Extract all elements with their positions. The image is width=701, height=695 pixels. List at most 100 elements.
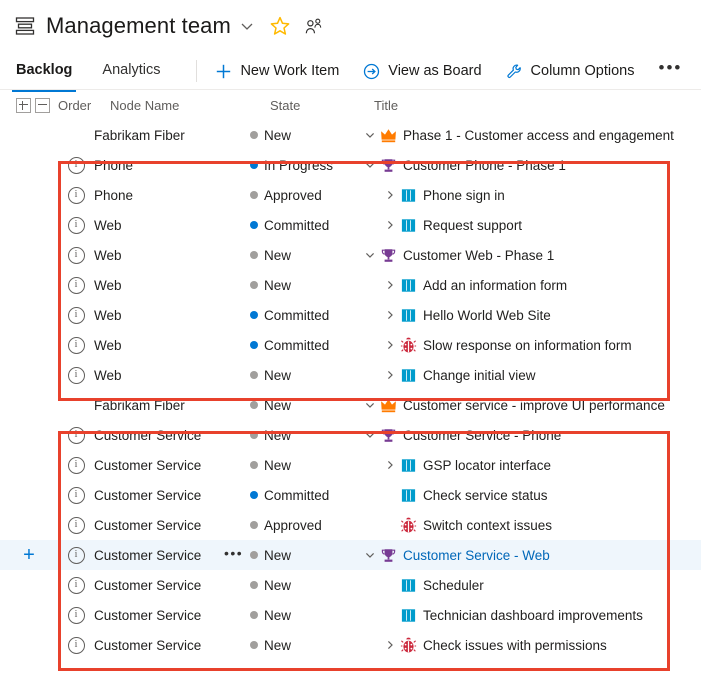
chevron-right-icon[interactable]	[382, 460, 398, 470]
backlog-list-icon	[14, 15, 36, 37]
info-icon[interactable]: i	[68, 607, 85, 624]
chevron-down-icon[interactable]	[362, 160, 378, 170]
column-header-state[interactable]: State	[270, 98, 374, 113]
tab-analytics[interactable]: Analytics	[100, 62, 162, 81]
expand-all-icon[interactable]	[16, 98, 31, 113]
table-row-r6[interactable]: i Web New Add an information form	[0, 270, 701, 300]
state-label: New	[264, 368, 291, 383]
table-row-r18[interactable]: i Customer Service New Check issues with…	[0, 630, 701, 660]
chevron-down-icon[interactable]	[362, 400, 378, 410]
new-work-item-button[interactable]: New Work Item	[215, 63, 339, 80]
chevron-down-icon[interactable]	[240, 19, 254, 33]
info-icon[interactable]: i	[68, 217, 85, 234]
chevron-right-icon[interactable]	[382, 190, 398, 200]
info-icon[interactable]: i	[68, 457, 85, 474]
state-dot	[250, 521, 258, 529]
state-label: New	[264, 548, 291, 563]
table-row-r10[interactable]: Fabrikam Fiber New Customer service - im…	[0, 390, 701, 420]
backlog-item-icon	[400, 367, 417, 384]
add-row-button[interactable]: +	[23, 545, 35, 565]
feature-trophy-icon	[380, 427, 397, 444]
more-commands-button[interactable]: •••	[659, 63, 683, 79]
tab-backlog[interactable]: Backlog	[14, 62, 74, 81]
info-icon[interactable]: i	[68, 517, 85, 534]
work-item-title[interactable]: Check issues with permissions	[423, 638, 607, 653]
info-icon[interactable]: i	[68, 427, 85, 444]
work-item-title[interactable]: Add an information form	[423, 278, 567, 293]
column-header-title[interactable]: Title	[374, 98, 701, 113]
column-options-button[interactable]: Column Options	[506, 63, 635, 80]
cell-title: Change initial view	[362, 367, 701, 384]
info-icon[interactable]: i	[68, 367, 85, 384]
info-icon[interactable]: i	[68, 187, 85, 204]
chevron-right-icon[interactable]	[382, 310, 398, 320]
view-as-board-button[interactable]: View as Board	[363, 63, 481, 80]
people-icon[interactable]	[304, 17, 323, 36]
work-item-title[interactable]: Customer Web - Phase 1	[403, 248, 554, 263]
table-row-r3[interactable]: i Phone Approved Phone sign in	[0, 180, 701, 210]
info-icon[interactable]: i	[68, 577, 85, 594]
table-row-r14[interactable]: i Customer Service Approved Switch conte…	[0, 510, 701, 540]
row-context-menu-button[interactable]: •••	[224, 549, 250, 562]
work-item-title[interactable]: Request support	[423, 218, 522, 233]
info-icon[interactable]: i	[68, 487, 85, 504]
work-item-title[interactable]: GSP locator interface	[423, 458, 551, 473]
work-item-title[interactable]: Scheduler	[423, 578, 484, 593]
table-row-r5[interactable]: i Web New Customer Web - Phase 1	[0, 240, 701, 270]
cell-state: New	[250, 368, 362, 383]
chevron-down-icon[interactable]	[362, 430, 378, 440]
state-label: New	[264, 458, 291, 473]
table-row-r11[interactable]: i Customer Service New Customer Service …	[0, 420, 701, 450]
table-row-r9[interactable]: i Web New Change initial view	[0, 360, 701, 390]
table-row-r17[interactable]: i Customer Service New Technician dashbo…	[0, 600, 701, 630]
chevron-right-icon[interactable]	[382, 280, 398, 290]
star-icon[interactable]	[270, 16, 290, 36]
column-header-order[interactable]: Order	[58, 98, 110, 113]
chevron-right-icon[interactable]	[382, 220, 398, 230]
table-row-r13[interactable]: i Customer Service Committed Check servi…	[0, 480, 701, 510]
column-header-node-name[interactable]: Node Name	[110, 98, 270, 113]
table-row-r7[interactable]: i Web Committed Hello World Web Site	[0, 300, 701, 330]
chevron-down-icon[interactable]	[362, 130, 378, 140]
row-info-cell: i	[58, 217, 94, 234]
work-item-title[interactable]: Switch context issues	[423, 518, 552, 533]
cell-title: Phase 1 - Customer access and engagement	[362, 127, 701, 144]
table-row-r4[interactable]: i Web Committed Request support	[0, 210, 701, 240]
row-context-menu-button	[224, 163, 250, 168]
work-item-title[interactable]: Customer Service - Phone	[403, 428, 561, 443]
chevron-down-icon[interactable]	[362, 250, 378, 260]
info-icon[interactable]: i	[68, 637, 85, 654]
info-icon[interactable]: i	[68, 277, 85, 294]
backlog-item-icon	[400, 307, 417, 324]
work-item-title[interactable]: Phase 1 - Customer access and engagement	[403, 128, 674, 143]
work-item-title[interactable]: Change initial view	[423, 368, 536, 383]
row-context-menu-button	[224, 253, 250, 258]
info-icon[interactable]: i	[68, 247, 85, 264]
work-item-title[interactable]: Phone sign in	[423, 188, 505, 203]
work-item-title[interactable]: Customer service - improve UI performanc…	[403, 398, 665, 413]
table-row-r16[interactable]: i Customer Service New Scheduler	[0, 570, 701, 600]
work-item-title[interactable]: Technician dashboard improvements	[423, 608, 643, 623]
info-icon[interactable]: i	[68, 337, 85, 354]
cell-state: Approved	[250, 188, 362, 203]
work-item-title[interactable]: Slow response on information form	[423, 338, 632, 353]
chevron-right-icon[interactable]	[382, 640, 398, 650]
work-item-title[interactable]: Customer Phone - Phase 1	[403, 158, 566, 173]
table-row-r1[interactable]: Fabrikam Fiber New Phase 1 - Customer ac…	[0, 120, 701, 150]
collapse-all-icon[interactable]	[35, 98, 50, 113]
table-row-r2[interactable]: i Phone In Progress Customer Phone - Pha…	[0, 150, 701, 180]
chevron-right-icon[interactable]	[382, 340, 398, 350]
info-icon[interactable]: i	[68, 157, 85, 174]
work-item-title[interactable]: Customer Service - Web	[403, 548, 550, 563]
info-icon[interactable]: i	[68, 547, 85, 564]
chevron-down-icon[interactable]	[362, 550, 378, 560]
table-row-r15[interactable]: + i Customer Service ••• New Customer Se…	[0, 540, 701, 570]
row-info-cell: i	[58, 547, 94, 564]
work-item-title[interactable]: Hello World Web Site	[423, 308, 551, 323]
info-icon[interactable]: i	[68, 307, 85, 324]
cell-title: Customer Phone - Phase 1	[362, 157, 701, 174]
chevron-right-icon[interactable]	[382, 370, 398, 380]
table-row-r12[interactable]: i Customer Service New GSP locator inter…	[0, 450, 701, 480]
table-row-r8[interactable]: i Web Committed Slow response on informa…	[0, 330, 701, 360]
work-item-title[interactable]: Check service status	[423, 488, 548, 503]
